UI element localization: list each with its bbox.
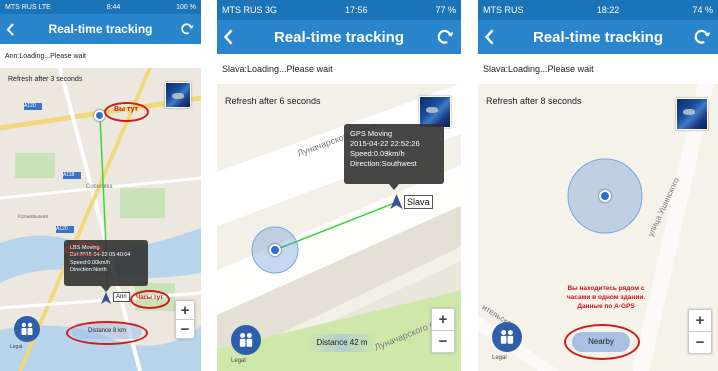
clock: 8:44 <box>106 3 121 11</box>
status-bar: MTS RUS 3G 17:56 77 % <box>217 0 461 20</box>
map-place-label: Кальмаьзкая <box>18 214 49 220</box>
road-shield: A120 <box>56 226 68 232</box>
people-icon <box>500 330 514 344</box>
nav-bar: Real-time tracking <box>217 20 461 54</box>
phone-screen-slava-agps: MTS RUS 18:22 74 % Real-time tracking Sl… <box>478 0 718 371</box>
refresh-icon <box>437 29 454 44</box>
map-view[interactable]: улица Ушинского ительская Refresh after … <box>478 84 718 371</box>
annotation-ring <box>66 321 148 345</box>
people-icon <box>21 322 33 335</box>
map-type-toggle[interactable] <box>676 98 708 130</box>
back-button[interactable] <box>223 20 234 54</box>
user-location-dot <box>599 190 611 202</box>
page-title: Real-time tracking <box>273 28 405 46</box>
carrier-label: MTS RUS 3G <box>222 5 278 15</box>
zoom-control: + − <box>431 308 455 353</box>
app-logo[interactable] <box>231 325 261 355</box>
zoom-in-button[interactable]: + <box>689 310 711 331</box>
refresh-icon <box>181 23 194 35</box>
popup-speed: Speed:0.09km/h <box>350 149 405 159</box>
road-shield: A120 <box>24 103 36 109</box>
refresh-countdown: Refresh after 3 seconds <box>8 76 83 83</box>
annotation-you-here: Вы тут <box>114 106 138 113</box>
refresh-icon <box>694 29 711 44</box>
map-place-label: Сосновка <box>86 184 113 190</box>
legal-link[interactable]: Legal <box>10 344 22 350</box>
map-type-toggle[interactable] <box>165 82 191 108</box>
nav-bar: Real-time tracking <box>0 14 201 44</box>
popup-time: 2015-04-22 22:52:26 <box>350 139 420 149</box>
status-bar: MTS RUS LTE 8:44 100 % <box>0 0 201 14</box>
refresh-button[interactable] <box>180 14 194 44</box>
distance-indicator: Distance 42 m <box>307 334 377 352</box>
zoom-in-button[interactable]: + <box>432 309 454 330</box>
zoom-in-button[interactable]: + <box>176 301 194 319</box>
refresh-button[interactable] <box>693 20 711 54</box>
popup-speed: Speed:0.00km/h <box>70 259 111 266</box>
device-status-text: Slava:Loading...Please wait <box>478 54 718 84</box>
watch-location-icon[interactable] <box>390 194 403 209</box>
annotation-watch-here: Часы тут <box>136 295 164 301</box>
carrier-label: MTS RUS LTE <box>5 3 51 11</box>
app-logo[interactable] <box>492 322 522 352</box>
chevron-left-icon <box>223 29 233 45</box>
popup-direction: Direction:North <box>70 267 107 274</box>
carrier-label: MTS RUS <box>483 5 524 15</box>
annotation-agps-note: Вы находитесь рядом с часами в одном зда… <box>566 285 646 311</box>
device-info-popup[interactable]: GPS Moving 2015-04-22 22:52:26 Speed:0.0… <box>344 124 444 190</box>
device-name-label: Ann <box>113 292 130 302</box>
popup-direction: Direction:Southwest <box>350 159 417 169</box>
chevron-left-icon <box>6 22 14 36</box>
zoom-out-button[interactable]: − <box>689 331 711 353</box>
road-shield: A118 <box>63 172 75 178</box>
device-status-text: Ann:Loading...Please wait <box>0 44 201 68</box>
refresh-countdown: Refresh after 6 seconds <box>225 96 321 106</box>
user-location-dot <box>269 244 281 256</box>
battery-label: 100 % <box>176 3 196 11</box>
app-logo[interactable] <box>14 316 40 342</box>
zoom-control: + − <box>175 300 195 339</box>
device-name-label: Slava <box>404 195 433 209</box>
watch-location-icon[interactable] <box>101 292 111 304</box>
back-button[interactable] <box>6 14 15 44</box>
refresh-countdown: Refresh after 8 seconds <box>486 96 582 106</box>
phone-screen-ann: MTS RUS LTE 8:44 100 % Real-time trackin… <box>0 0 201 371</box>
zoom-out-button[interactable]: − <box>176 319 194 338</box>
popup-mode: GPS Moving <box>350 129 393 138</box>
clock: 18:22 <box>596 5 620 15</box>
annotation-ring <box>65 243 103 256</box>
people-icon <box>239 333 253 347</box>
zoom-control: + − <box>688 309 712 354</box>
phone-screen-slava-gps: MTS RUS 3G 17:56 77 % Real-time tracking… <box>217 0 461 371</box>
annotation-ring <box>564 324 640 360</box>
page-title: Real-time tracking <box>48 22 153 36</box>
chevron-left-icon <box>484 29 494 45</box>
legal-link[interactable]: Legal <box>231 358 246 364</box>
legal-link[interactable]: Legal <box>492 355 507 361</box>
back-button[interactable] <box>484 20 495 54</box>
battery-label: 74 % <box>692 5 713 15</box>
clock: 17:56 <box>344 5 368 15</box>
refresh-button[interactable] <box>436 20 454 54</box>
nav-bar: Real-time tracking <box>478 20 718 54</box>
device-status-text: Slava:Loading...Please wait <box>217 54 461 84</box>
map-view[interactable]: A120 A120 A118 Сосновка Кальмаьзкая Refr… <box>0 68 201 371</box>
map-view[interactable]: Луначарского просп. Луначарского прос Re… <box>217 84 461 371</box>
page-title: Real-time tracking <box>532 28 664 46</box>
battery-label: 77 % <box>435 5 456 15</box>
zoom-out-button[interactable]: − <box>432 330 454 352</box>
status-bar: MTS RUS 18:22 74 % <box>478 0 718 20</box>
